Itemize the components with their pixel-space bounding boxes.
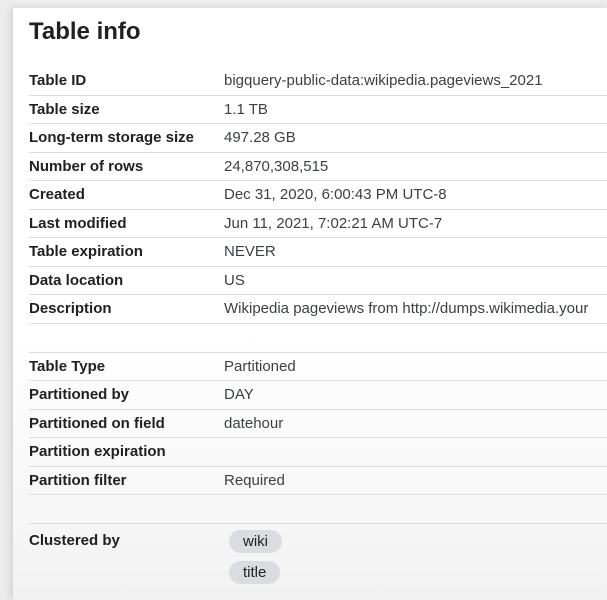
row-value: Required xyxy=(224,471,285,489)
table-row-table-type: Table Type Partitioned xyxy=(29,353,607,381)
row-value: DAY xyxy=(224,386,254,404)
table-row-partitioned-by: Partitioned by DAY xyxy=(29,381,607,410)
table-row-created: Created Dec 31, 2020, 6:00:43 PM UTC-8 xyxy=(29,181,607,210)
row-value: NEVER xyxy=(224,243,276,261)
row-label: Partitioned on field xyxy=(29,414,165,432)
row-label: Partitioned by xyxy=(29,386,130,404)
row-value[interactable]: Wikipedia pageviews from http://dumps.wi… xyxy=(224,300,588,317)
row-value: 1.1 TB xyxy=(224,100,268,118)
row-value: 497.28 GB xyxy=(224,129,296,147)
row-value: datehour xyxy=(224,414,284,432)
row-label: Data location xyxy=(29,271,124,289)
row-label: Created xyxy=(29,186,85,204)
table-row-table-size: Table size 1.1 TB xyxy=(29,96,607,124)
table-info-panel: Table info Table ID bigquery-public-data… xyxy=(13,8,607,600)
table-row-table-id: Table ID bigquery-public-data:wikipedia.… xyxy=(29,67,607,96)
row-label: Partition filter xyxy=(29,471,127,489)
details-table: Table ID bigquery-public-data:wikipedia.… xyxy=(29,67,607,596)
section-divider xyxy=(29,495,607,524)
table-row-partitioned-on-field: Partitioned on field datehour xyxy=(29,410,607,438)
row-label: Long-term storage size xyxy=(29,129,195,147)
table-row-table-expiration: Table expiration NEVER xyxy=(29,238,607,267)
row-label: Table ID xyxy=(29,72,87,90)
table-row-last-modified: Last modified Jun 11, 2021, 7:02:21 AM U… xyxy=(29,210,607,238)
section-divider xyxy=(29,324,607,353)
table-row-description: Description Wikipedia pageviews from htt… xyxy=(29,295,607,324)
row-label: Number of rows xyxy=(29,157,144,175)
row-value: 24,870,308,515 xyxy=(224,157,329,175)
table-row-long-term-storage: Long-term storage size 497.28 GB xyxy=(29,124,607,153)
row-value: US xyxy=(224,271,245,289)
table-row-number-of-rows: Number of rows 24,870,308,515 xyxy=(29,153,607,181)
row-label: Description xyxy=(29,300,112,318)
table-row-data-location: Data location US xyxy=(29,267,607,295)
panel-title: Table info xyxy=(29,18,141,45)
row-value: Dec 31, 2020, 6:00:43 PM UTC-8 xyxy=(224,186,447,204)
row-value: Jun 11, 2021, 7:02:21 AM UTC-7 xyxy=(224,214,443,232)
cluster-chip-title[interactable]: title xyxy=(229,561,281,584)
row-value[interactable]: bigquery-public-data:wikipedia.pageviews… xyxy=(224,72,543,89)
row-label: Table size xyxy=(29,100,100,118)
row-label: Partition expiration xyxy=(29,443,166,461)
cluster-chip-wiki[interactable]: wiki xyxy=(229,530,282,553)
row-label: Clustered by xyxy=(29,532,120,549)
row-label: Table Type xyxy=(29,357,106,375)
row-label: Last modified xyxy=(29,214,127,232)
cluster-field-chips: wiki title xyxy=(229,530,282,596)
row-value: Partitioned xyxy=(224,357,296,375)
row-label: Table expiration xyxy=(29,243,143,261)
table-row-partition-expiration: Partition expiration xyxy=(29,438,607,467)
table-row-partition-filter: Partition filter Required xyxy=(29,467,607,495)
clustered-by-row: Clustered by wiki title xyxy=(29,524,607,596)
